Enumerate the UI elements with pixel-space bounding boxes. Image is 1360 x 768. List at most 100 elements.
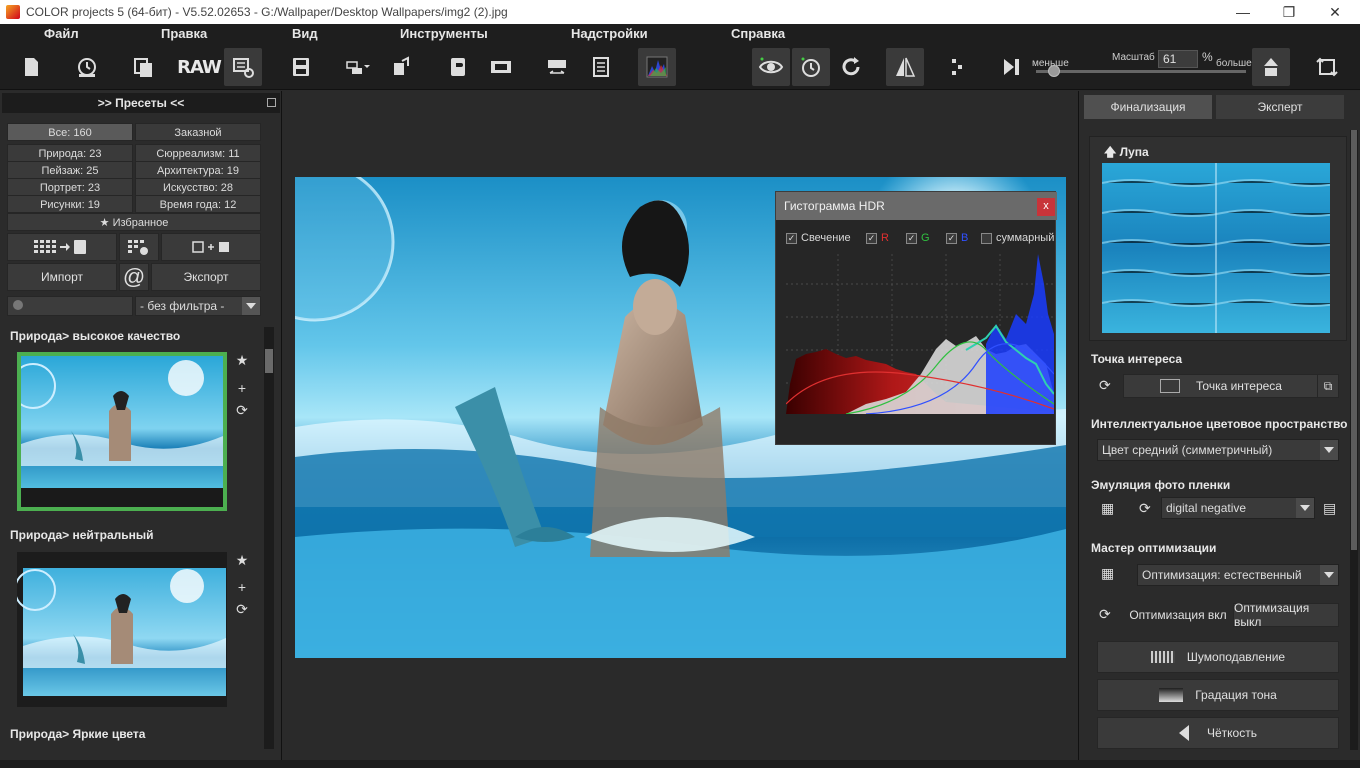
add-preset-icon[interactable]: +	[234, 579, 250, 595]
timer-icon[interactable]	[792, 48, 830, 86]
zoom-slider-thumb[interactable]	[1048, 65, 1060, 77]
tab-expert[interactable]: Эксперт	[1216, 95, 1344, 119]
copy-export-icon[interactable]	[384, 48, 422, 86]
zoom-input[interactable]	[1158, 50, 1198, 68]
search-input[interactable]	[7, 296, 133, 316]
maximize-button[interactable]: ❐	[1266, 0, 1312, 24]
category-surreal[interactable]: Сюрреализм: 11	[135, 144, 261, 162]
copy-icon[interactable]: ⧉	[1317, 374, 1339, 398]
preset-thumbnail[interactable]	[17, 552, 227, 707]
scrollbar-thumb[interactable]	[1351, 130, 1357, 550]
favorite-star-icon[interactable]: ★	[234, 352, 250, 369]
preset-scrollbar[interactable]	[264, 327, 274, 749]
category-season[interactable]: Время года: 12	[135, 195, 261, 213]
optimize-off-button[interactable]: Оптимизация выкл	[1233, 601, 1339, 629]
category-landscape[interactable]: Пейзаж: 25	[7, 161, 133, 179]
zoom-slider-track[interactable]	[1036, 70, 1246, 73]
category-portrait[interactable]: Портрет: 23	[7, 178, 133, 196]
histogram-title-bar[interactable]: Гистограмма HDR x	[776, 192, 1057, 220]
presets-header[interactable]: >> Пресеты <<	[2, 93, 280, 113]
refresh-icon[interactable]: ⟳	[1139, 500, 1151, 517]
favorites-button[interactable]: ★ Избранное	[7, 213, 261, 231]
filter-select[interactable]: - без фильтра -	[135, 296, 261, 316]
dock-icon[interactable]	[267, 98, 276, 107]
histogram-window[interactable]: Гистограмма HDR x ✓ Свечение ✓ R ✓ G ✓ B…	[775, 191, 1057, 445]
finalize-panel: Финализация Эксперт 🡅 Лупа Точка интерес…	[1078, 91, 1360, 768]
category-art[interactable]: Искусство: 28	[135, 178, 261, 196]
compare-icon[interactable]	[538, 48, 576, 86]
panel-icon[interactable]	[582, 48, 620, 86]
batch-icon[interactable]	[124, 48, 162, 86]
refresh-preset-icon[interactable]: ⟳	[234, 601, 250, 618]
optimize-on-button[interactable]: Оптимизация вкл	[1123, 603, 1233, 627]
mirror-icon[interactable]	[886, 48, 924, 86]
email-icon[interactable]: @	[119, 263, 149, 291]
settings-grid-icon[interactable]	[224, 48, 262, 86]
add-preset-icon[interactable]: +	[234, 380, 250, 396]
refresh-icon[interactable]: ⟳	[1099, 377, 1111, 394]
favorite-star-icon[interactable]: ★	[234, 552, 250, 569]
loupe-view[interactable]	[1102, 163, 1330, 333]
film-select[interactable]: digital negative	[1161, 497, 1315, 519]
preset-settings-button[interactable]	[119, 233, 159, 261]
noise-reduction-button[interactable]: Шумоподавление	[1097, 641, 1339, 673]
interest-point-button[interactable]: Точка интереса	[1123, 374, 1319, 398]
export-button[interactable]: Экспорт	[151, 263, 261, 291]
menu-help[interactable]: Справка	[731, 26, 785, 41]
menu-addons[interactable]: Надстройки	[571, 26, 648, 41]
raw-icon[interactable]: RAW	[177, 48, 222, 86]
checkbox-label: G	[921, 232, 930, 244]
category-nature[interactable]: Природа: 23	[7, 144, 133, 162]
rotate-icon[interactable]	[1308, 48, 1346, 86]
menu-file[interactable]: Файл	[44, 26, 79, 41]
checkbox-green[interactable]: ✓ G	[906, 232, 930, 244]
checkbox-glow[interactable]: ✓ Свечение	[786, 232, 851, 244]
tab-finalize[interactable]: Финализация	[1084, 95, 1212, 119]
sharpness-button[interactable]: Чёткость	[1097, 717, 1339, 749]
preset-thumbnail-selected[interactable]	[17, 352, 227, 511]
film-icon[interactable]	[482, 48, 520, 86]
menu-tools[interactable]: Инструменты	[400, 26, 488, 41]
menu-view[interactable]: Вид	[292, 26, 318, 41]
category-architecture[interactable]: Архитектура: 19	[135, 161, 261, 179]
title-bar: COLOR projects 5 (64-бит) - V5.52.02653 …	[0, 0, 1360, 24]
grid-settings-icon[interactable]: ▦	[1101, 500, 1114, 517]
import-button[interactable]: Импорт	[7, 263, 117, 291]
tone-gradation-button[interactable]: Градация тона	[1097, 679, 1339, 711]
history-icon[interactable]	[68, 48, 106, 86]
new-document-icon[interactable]	[12, 48, 50, 86]
export-menu-icon[interactable]	[338, 48, 376, 86]
save-preset-button[interactable]	[7, 233, 117, 261]
print-icon[interactable]	[440, 48, 478, 86]
grid-to-save-icon	[34, 240, 86, 254]
redo-icon[interactable]	[832, 48, 870, 86]
grid-settings-icon[interactable]: ▦	[1101, 565, 1114, 582]
colorspace-select[interactable]: Цвет средний (симметричный)	[1097, 439, 1339, 461]
search-icon	[13, 300, 23, 310]
colorspace-title: Интеллектуальное цветовое пространство	[1091, 417, 1348, 431]
category-drawings[interactable]: Рисунки: 19	[7, 195, 133, 213]
save-icon[interactable]	[282, 48, 320, 86]
optimize-select[interactable]: Оптимизация: естественный	[1137, 564, 1339, 586]
close-window-button[interactable]: ✕	[1312, 0, 1358, 24]
menu-edit[interactable]: Правка	[161, 26, 207, 41]
minimize-button[interactable]: —	[1220, 0, 1266, 24]
checkbox-blue[interactable]: ✓ B	[946, 232, 968, 244]
category-all[interactable]: Все: 160	[7, 123, 133, 141]
target-square-icon	[1160, 379, 1181, 393]
refresh-icon[interactable]: ⟳	[1099, 606, 1111, 623]
add-compare-button[interactable]	[161, 233, 261, 261]
checkbox-label: B	[961, 232, 969, 244]
refresh-preset-icon[interactable]: ⟳	[234, 402, 250, 419]
category-custom[interactable]: Заказной	[135, 123, 261, 141]
right-scrollbar[interactable]	[1350, 130, 1358, 750]
histogram-icon[interactable]	[638, 48, 676, 86]
magnifier-icon[interactable]	[992, 48, 1030, 86]
film-settings-icon[interactable]: ▤	[1323, 500, 1336, 517]
histogram-close-button[interactable]: x	[1037, 198, 1055, 216]
checkbox-sum[interactable]: суммарный	[981, 232, 1054, 244]
scrollbar-thumb[interactable]	[265, 349, 273, 373]
preview-eye-icon[interactable]	[752, 48, 790, 86]
checkbox-red[interactable]: ✓ R	[866, 232, 889, 244]
split-view-icon[interactable]	[938, 48, 976, 86]
